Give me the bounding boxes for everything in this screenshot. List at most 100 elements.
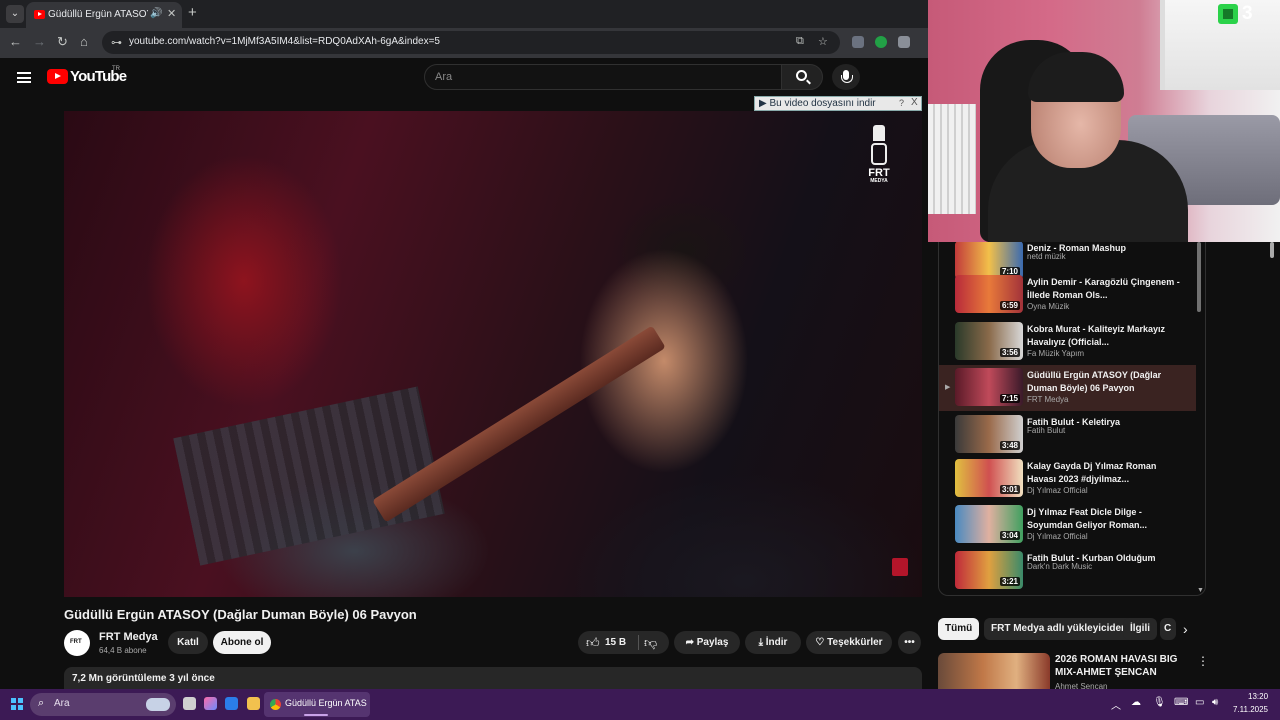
playlist-item-channel: Oyna Müzik <box>1027 302 1070 311</box>
channel-avatar[interactable] <box>64 630 90 656</box>
download-video-label[interactable]: ▶ Bu video dosyasını indir <box>759 98 876 109</box>
thumbs-up-icon[interactable]: 👍︎ <box>586 635 600 651</box>
filter-chip[interactable]: Tümü <box>938 618 980 640</box>
network-icon[interactable]: ▭ <box>1195 697 1204 708</box>
browser-toolbar: ← → ↻ ⌂ ⊶ youtube.com/watch?v=1MjMf3A5IM… <box>0 28 928 58</box>
taskbar-chrome-window[interactable]: Güdüllü Ergün ATASOY ( <box>264 692 370 717</box>
search-placeholder: Ara <box>435 71 453 83</box>
youtube-logo-icon[interactable] <box>47 69 68 84</box>
thumbs-down-icon[interactable]: 👎︎ <box>644 635 657 651</box>
site-info-icon[interactable]: ⊶ <box>111 36 122 49</box>
filter-chip[interactable]: C <box>1160 618 1176 640</box>
kebab-menu-icon[interactable]: ⋮ <box>1197 654 1209 668</box>
recommended-thumbnail[interactable] <box>938 653 1050 689</box>
subscribe-button[interactable]: Abone ol <box>213 631 271 654</box>
playlist-item[interactable]: 3:48 Fatih Bulut - Keletirya Fatih Bulut <box>939 412 1196 458</box>
playlist-item-title[interactable]: Kobra Murat - Kaliteyiz Markayız Havalıy… <box>1027 323 1187 349</box>
playlist-thumbnail[interactable]: 3:01 <box>955 459 1023 497</box>
filter-chip[interactable]: İlgili <box>1123 618 1157 640</box>
playlist-item[interactable]: 6:59 Aylin Demir - Karagözlü Çingenem - İ… <box>939 272 1196 318</box>
url-text[interactable]: youtube.com/watch?v=1MjMf3A5IM4&list=RDQ… <box>129 36 440 47</box>
onedrive-icon[interactable]: ☁ <box>1131 697 1141 708</box>
edge-icon[interactable] <box>225 697 238 710</box>
playlist-item-title[interactable]: Güdüllü Ergün ATASOY (Dağlar Duman Böyle… <box>1027 369 1187 395</box>
playlist-thumbnail[interactable] <box>955 595 1023 596</box>
playlist-panel: 7:10 Deniz - Roman Mashup netd müzik 6:59 Ay… <box>938 242 1206 596</box>
hamburger-menu-icon[interactable] <box>17 72 31 83</box>
extensions-icon[interactable] <box>898 36 910 48</box>
video-player[interactable]: FRT MEDYA <box>64 111 922 597</box>
join-button[interactable]: Katıl <box>168 631 208 654</box>
task-view-icon[interactable] <box>183 697 196 710</box>
subscriber-count: 64,4 B abone <box>99 646 147 655</box>
playlist-item[interactable]: 3:04 Dj Yılmaz Feat Dicle Dilge - Soyumda… <box>939 502 1196 548</box>
playlist-item[interactable]: 3:01 Kalay Gayda Dj Yılmaz Roman Havası 2… <box>939 456 1196 502</box>
search-input[interactable]: Ara <box>424 64 782 90</box>
filter-chip[interactable]: FRT Medya adlı yükleyiciden <box>984 618 1135 640</box>
chevron-up-icon[interactable]: ︿ <box>1111 697 1121 712</box>
bookmark-star-icon[interactable]: ☆ <box>818 35 828 48</box>
tab-close-icon[interactable]: ✕ <box>167 7 176 20</box>
new-tab-button[interactable]: + <box>188 4 197 21</box>
home-icon[interactable]: ⌂ <box>80 34 88 49</box>
address-bar[interactable]: ⊶ youtube.com/watch?v=1MjMf3A5IM4&list=R… <box>102 31 840 54</box>
share-arrow-icon: ➦ <box>685 637 697 648</box>
file-explorer-icon[interactable] <box>247 697 260 710</box>
like-dislike-group: 👍︎ 15 B 👎︎ <box>578 631 669 654</box>
browser-tab[interactable]: Güdüllü Ergün ATASOY (Dağ 🔊 ✕ <box>26 2 182 28</box>
playlist-thumbnail[interactable]: 3:48 <box>955 415 1023 453</box>
taskbar-search-text: Ara <box>54 698 70 709</box>
speaker-icon[interactable]: 🔊 <box>150 8 162 19</box>
microphone-icon[interactable]: 🎙︎ <box>1153 697 1166 708</box>
share-button[interactable]: ➦ Paylaş <box>674 631 740 654</box>
chevron-right-icon[interactable]: › <box>1183 621 1188 637</box>
more-actions-button[interactable]: ••• <box>898 631 921 654</box>
playlist-thumbnail[interactable]: 3:04 <box>955 505 1023 543</box>
playlist-thumbnail[interactable]: 6:59 <box>955 275 1023 313</box>
playlist-item-title[interactable]: Kalay Gayda Dj Yılmaz Roman Havası 2023 … <box>1027 460 1187 486</box>
playlist-item-channel: FRT Medya <box>1027 395 1069 404</box>
download-close-icon[interactable]: X <box>911 97 918 108</box>
playlist-thumbnail[interactable]: 7:15 <box>955 368 1023 406</box>
description-box[interactable]: 7,2 Mn görüntüleme 3 yıl önce <box>64 667 922 689</box>
tab-search-button[interactable]: ⌄ <box>6 5 24 23</box>
forward-arrow-icon[interactable]: → <box>33 34 46 49</box>
like-count[interactable]: 15 B <box>605 637 626 648</box>
keyboard-icon[interactable]: ⌨ <box>1174 697 1188 708</box>
copilot-icon[interactable] <box>204 697 217 710</box>
download-help-icon[interactable]: ? <box>899 98 904 108</box>
cast-icon[interactable]: ⧉ <box>796 35 804 48</box>
playlist-item[interactable]: MANKEN GİBİ GELİYİMİZ <box>939 592 1196 596</box>
chrome-icon <box>270 699 281 710</box>
download-label: İndir <box>765 637 788 648</box>
windows-start-icon[interactable] <box>11 698 23 710</box>
volume-icon[interactable]: 🔊︎ <box>1212 697 1218 708</box>
webcam-radiator <box>928 104 976 214</box>
recommended-title[interactable]: 2026 ROMAN HAVASI BIG MIX-AHMET ŞENCAN <box>1055 653 1190 679</box>
playlist-thumbnail[interactable]: 3:56 <box>955 322 1023 360</box>
reload-icon[interactable]: ↻ <box>57 34 68 50</box>
shield-extension-icon[interactable] <box>852 36 864 48</box>
like-divider <box>638 635 639 650</box>
playlist-item-title[interactable]: Dj Yılmaz Feat Dicle Dilge - Soyumdan Ge… <box>1027 506 1187 532</box>
channel-name[interactable]: FRT Medya <box>99 631 158 643</box>
back-arrow-icon[interactable]: ← <box>9 34 22 49</box>
page-scrollbar[interactable] <box>1270 242 1274 258</box>
playlist-item-title[interactable]: Aylin Demir - Karagözlü Çingenem - İlled… <box>1027 276 1187 302</box>
taskbar-search[interactable]: ⌕ Ara <box>30 693 176 716</box>
now-playing-icon: ▶ <box>945 384 951 391</box>
playlist-item[interactable]: 3:56 Kobra Murat - Kaliteyiz Markayız Hav… <box>939 319 1196 365</box>
search-button[interactable] <box>781 64 823 90</box>
playlist-scroll-down-icon[interactable]: ▼ <box>1197 587 1204 594</box>
playlist-item[interactable]: ▶ 7:15 Güdüllü Ergün ATASOY (Dağlar Duman … <box>939 365 1196 411</box>
green-extension-icon[interactable] <box>875 36 887 48</box>
playlist-item[interactable]: 3:21 Fatih Bulut - Kurban Olduğum Dark'n D… <box>939 548 1196 594</box>
download-button[interactable]: ⤓ İndir <box>745 631 801 654</box>
thanks-button[interactable]: ♡ Teşekkürler <box>806 631 892 654</box>
voice-search-mic-icon[interactable] <box>832 64 860 90</box>
clock-date[interactable]: 7.11.2025 <box>1233 705 1268 714</box>
playlist-scrollbar[interactable] <box>1197 242 1201 312</box>
playlist-thumbnail[interactable]: 3:21 <box>955 551 1023 589</box>
download-video-bar[interactable]: ▶ Bu video dosyasını indir ? X <box>754 96 922 111</box>
clock-time[interactable]: 13:20 <box>1248 692 1268 701</box>
